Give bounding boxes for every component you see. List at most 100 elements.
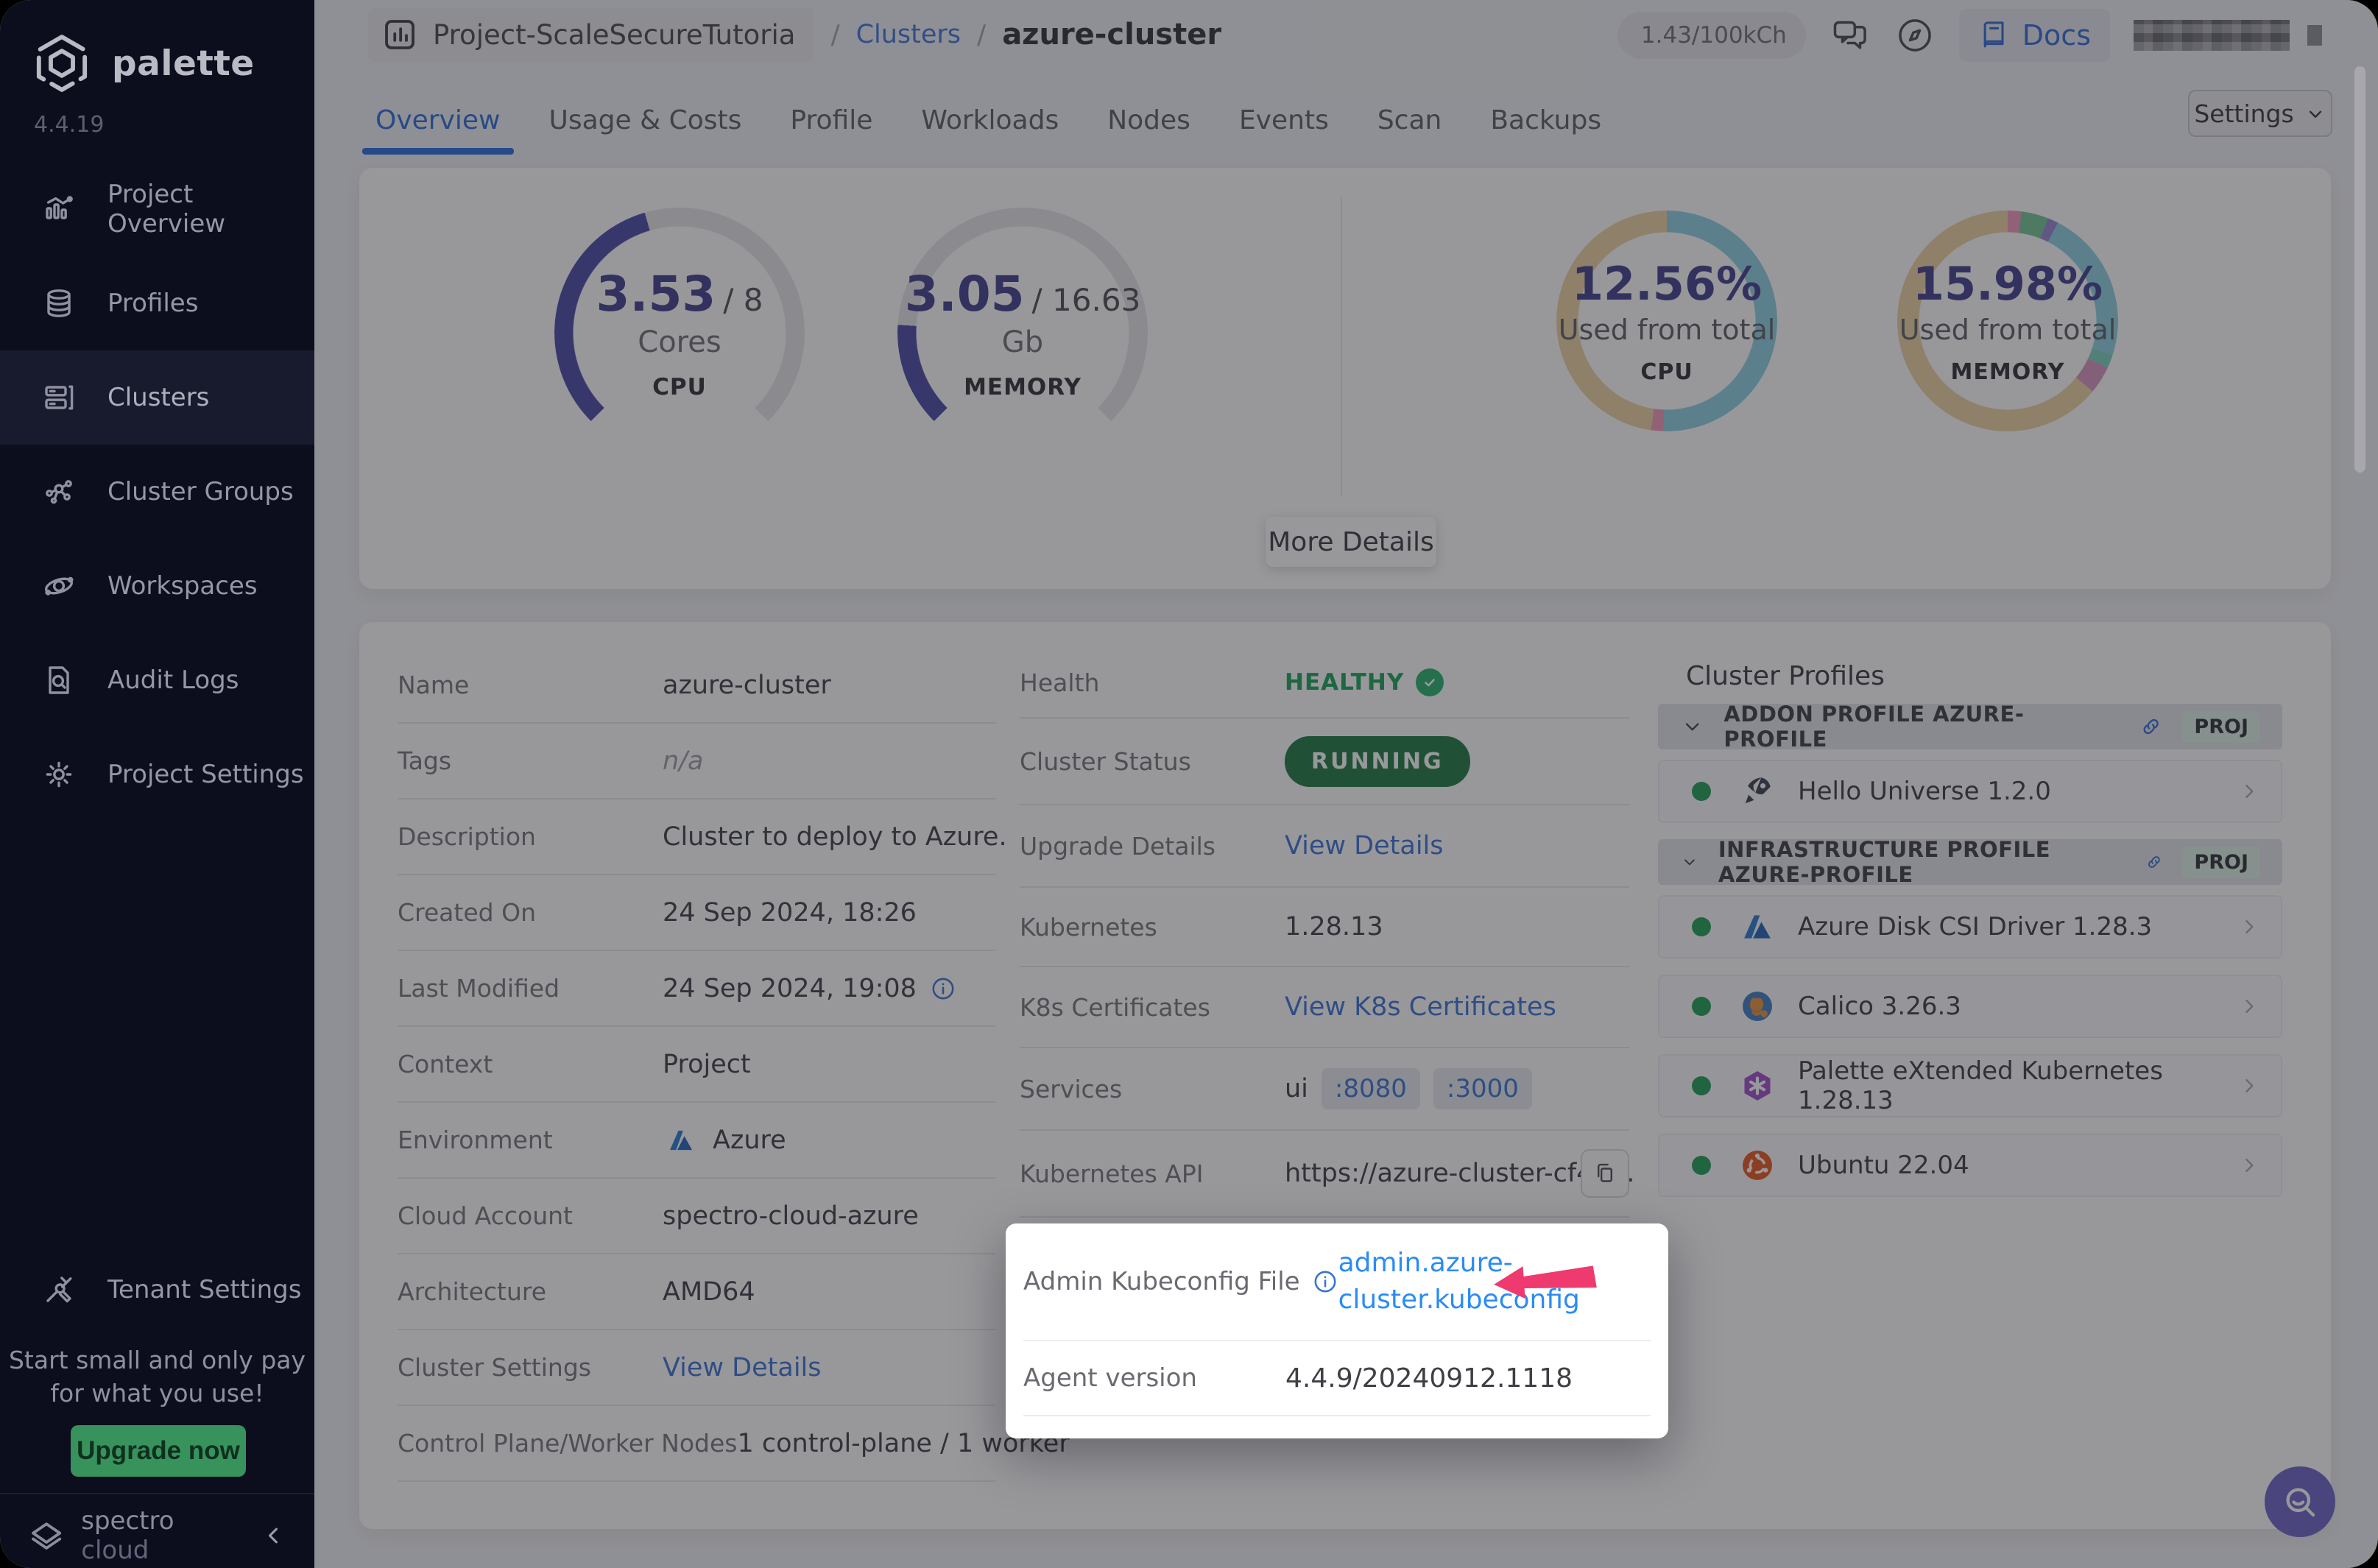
- collapse-sidebar-icon[interactable]: [259, 1521, 288, 1550]
- detail-row: Description Cluster to deploy to Azure.: [398, 799, 1007, 875]
- cluster-tabs: Overview Usage & Costs Profile Workloads Nod…: [362, 94, 1601, 155]
- profile-layer-name: Calico 3.26.3: [1798, 992, 1961, 1021]
- info-icon[interactable]: [930, 975, 956, 1002]
- detail-link[interactable]: View Details: [1285, 831, 1444, 861]
- layers-icon: [41, 286, 77, 321]
- tab-nodes[interactable]: Nodes: [1107, 105, 1190, 135]
- sidebar-item-clusters[interactable]: Clusters: [0, 350, 314, 445]
- memory-used: 3.05: [904, 265, 1025, 322]
- user-menu-caret-redacted: [2307, 25, 2322, 46]
- tab-scan[interactable]: Scan: [1377, 105, 1442, 135]
- detail-label: Kubernetes API: [1020, 1159, 1204, 1188]
- rocket-icon: [1739, 773, 1776, 810]
- detail-label: Architecture: [398, 1277, 547, 1306]
- detail-label: Cloud Account: [398, 1201, 573, 1230]
- detail-label: Services: [1020, 1074, 1123, 1103]
- status-dot: [1692, 1156, 1711, 1175]
- chevron-down-icon: [2304, 102, 2326, 124]
- sidebar-item-workspaces[interactable]: Workspaces: [0, 539, 314, 633]
- status-dot: [1692, 1076, 1711, 1095]
- sidebar-item-label: Clusters: [107, 383, 210, 412]
- chevron-right-icon: [2237, 1073, 2262, 1098]
- sidebar-item-label: Workspaces: [107, 571, 258, 601]
- detail-link[interactable]: View K8s Certificates: [1285, 992, 1556, 1022]
- sidebar-item-project-overview[interactable]: Project Overview: [0, 162, 314, 256]
- sidebar-item-label: Project Overview: [107, 180, 226, 239]
- compass-icon[interactable]: [1894, 15, 1936, 56]
- profile-group-header[interactable]: ADDON PROFILE AZURE-PROFILE PROJ: [1658, 702, 2282, 752]
- tab-workloads[interactable]: Workloads: [921, 105, 1059, 135]
- profile-layer-row[interactable]: Palette eXtended Kubernetes 1.28.13: [1658, 1054, 2282, 1117]
- breadcrumb-clusters-link[interactable]: Clusters: [856, 20, 961, 49]
- sidebar-item-project-settings[interactable]: Project Settings: [0, 727, 314, 822]
- detail-value: n/a: [663, 746, 704, 776]
- detail-label: Tags: [398, 746, 452, 775]
- cpu-usage-percent: 12.56%: [1571, 257, 1763, 311]
- detail-row: Architecture AMD64: [398, 1254, 995, 1330]
- detail-row: Context Project: [398, 1027, 995, 1103]
- tab-overview[interactable]: Overview: [362, 105, 513, 155]
- cpu-used: 3.53: [596, 265, 716, 322]
- profile-layer-row[interactable]: Ubuntu 22.04: [1658, 1134, 2282, 1197]
- upsell-line2: for what you use!: [50, 1378, 264, 1408]
- palette-logo-icon: [29, 31, 94, 96]
- chevron-right-icon: [2237, 779, 2262, 804]
- tab-usage-costs[interactable]: Usage & Costs: [549, 105, 742, 135]
- footer-brand-light: cloud: [81, 1536, 149, 1565]
- tab-profile[interactable]: Profile: [790, 105, 872, 135]
- tab-backups[interactable]: Backups: [1490, 105, 1601, 135]
- info-icon[interactable]: [1312, 1268, 1338, 1295]
- cpu-gauge-label: CPU: [652, 373, 707, 400]
- sidebar-item-label: Tenant Settings: [107, 1275, 302, 1304]
- tab-events[interactable]: Events: [1239, 105, 1329, 135]
- footer-brand: spectro cloud: [81, 1506, 244, 1565]
- metrics-card: 3.53/ 8 Cores CPU 3.05/ 16.63 Gb MEMORY …: [359, 168, 2331, 589]
- project-chart-icon: [380, 15, 420, 54]
- user-menu-redacted[interactable]: [2134, 20, 2290, 51]
- breadcrumb-separator: /: [830, 19, 840, 50]
- chart-icon: [41, 191, 77, 227]
- detail-row: Environment Azure: [398, 1103, 995, 1179]
- sidebar-item-tenant-settings[interactable]: Tenant Settings: [0, 1243, 314, 1337]
- upgrade-now-button[interactable]: Upgrade now: [71, 1425, 246, 1477]
- service-name: ui: [1285, 1074, 1308, 1103]
- app-window: palette 4.4.19 Project Overview Profiles…: [0, 0, 2378, 1568]
- copy-icon[interactable]: [1581, 1149, 1629, 1198]
- chat-icon[interactable]: [1830, 15, 1871, 56]
- azure-icon: [663, 1125, 699, 1156]
- breadcrumb-project-chip[interactable]: Project-ScaleSecureTutoria: [368, 7, 815, 62]
- more-details-button[interactable]: More Details: [1266, 517, 1436, 567]
- agent-version-label: Agent version: [1023, 1363, 1197, 1393]
- ubuntu-icon: [1739, 1147, 1776, 1184]
- memory-unit: Gb: [1001, 325, 1044, 359]
- detail-link[interactable]: View Details: [663, 1353, 822, 1382]
- profile-layer-row[interactable]: Calico 3.26.3: [1658, 975, 2282, 1038]
- sidebar-nav: Project Overview Profiles Clusters Clust…: [0, 162, 314, 822]
- network-icon: [41, 474, 77, 509]
- profile-layer-row[interactable]: Hello Universe 1.2.0: [1658, 760, 2282, 823]
- page-scrollbar[interactable]: [2354, 66, 2365, 473]
- detail-row: Created On 24 Sep 2024, 18:26: [398, 875, 995, 951]
- search-fab-button[interactable]: [2265, 1466, 2335, 1537]
- breadcrumb-separator2: /: [977, 19, 987, 50]
- app-version: 4.4.19: [34, 112, 105, 138]
- service-port-link[interactable]: :3000: [1433, 1068, 1532, 1109]
- profile-layer-row[interactable]: Azure Disk CSI Driver 1.28.3: [1658, 895, 2282, 958]
- sidebar-item-profiles[interactable]: Profiles: [0, 256, 314, 350]
- detail-row: Last Modified 24 Sep 2024, 19:08: [398, 951, 995, 1027]
- docs-button[interactable]: Docs: [1958, 9, 2110, 62]
- pxk-icon: [1739, 1067, 1776, 1104]
- detail-row: Control Plane/Worker Nodes 1 control-pla…: [398, 1406, 1070, 1482]
- detail-row: K8s Certificates View K8s Certificates: [1020, 967, 1629, 1048]
- cpu-gauge: 3.53/ 8 Cores CPU: [554, 208, 805, 458]
- cpu-usage-caption: Used from total: [1558, 314, 1776, 346]
- sidebar-item-cluster-groups[interactable]: Cluster Groups: [0, 445, 314, 539]
- admin-kubeconfig-row: Admin Kubeconfig File admin.azure- clust…: [1023, 1223, 1651, 1340]
- sidebar-item-label: Project Settings: [107, 760, 304, 789]
- service-port-link[interactable]: :8080: [1321, 1068, 1420, 1109]
- settings-button[interactable]: Settings: [2188, 90, 2332, 137]
- detail-row: Name azure-cluster: [398, 648, 995, 724]
- sidebar-item-audit-logs[interactable]: Audit Logs: [0, 633, 314, 727]
- cluster-profiles-panel: Cluster Profiles ADDON PROFILE AZURE-PRO…: [1658, 648, 2282, 1213]
- profile-group-header[interactable]: INFRASTRUCTURE PROFILE AZURE-PROFILE PRO…: [1658, 837, 2282, 887]
